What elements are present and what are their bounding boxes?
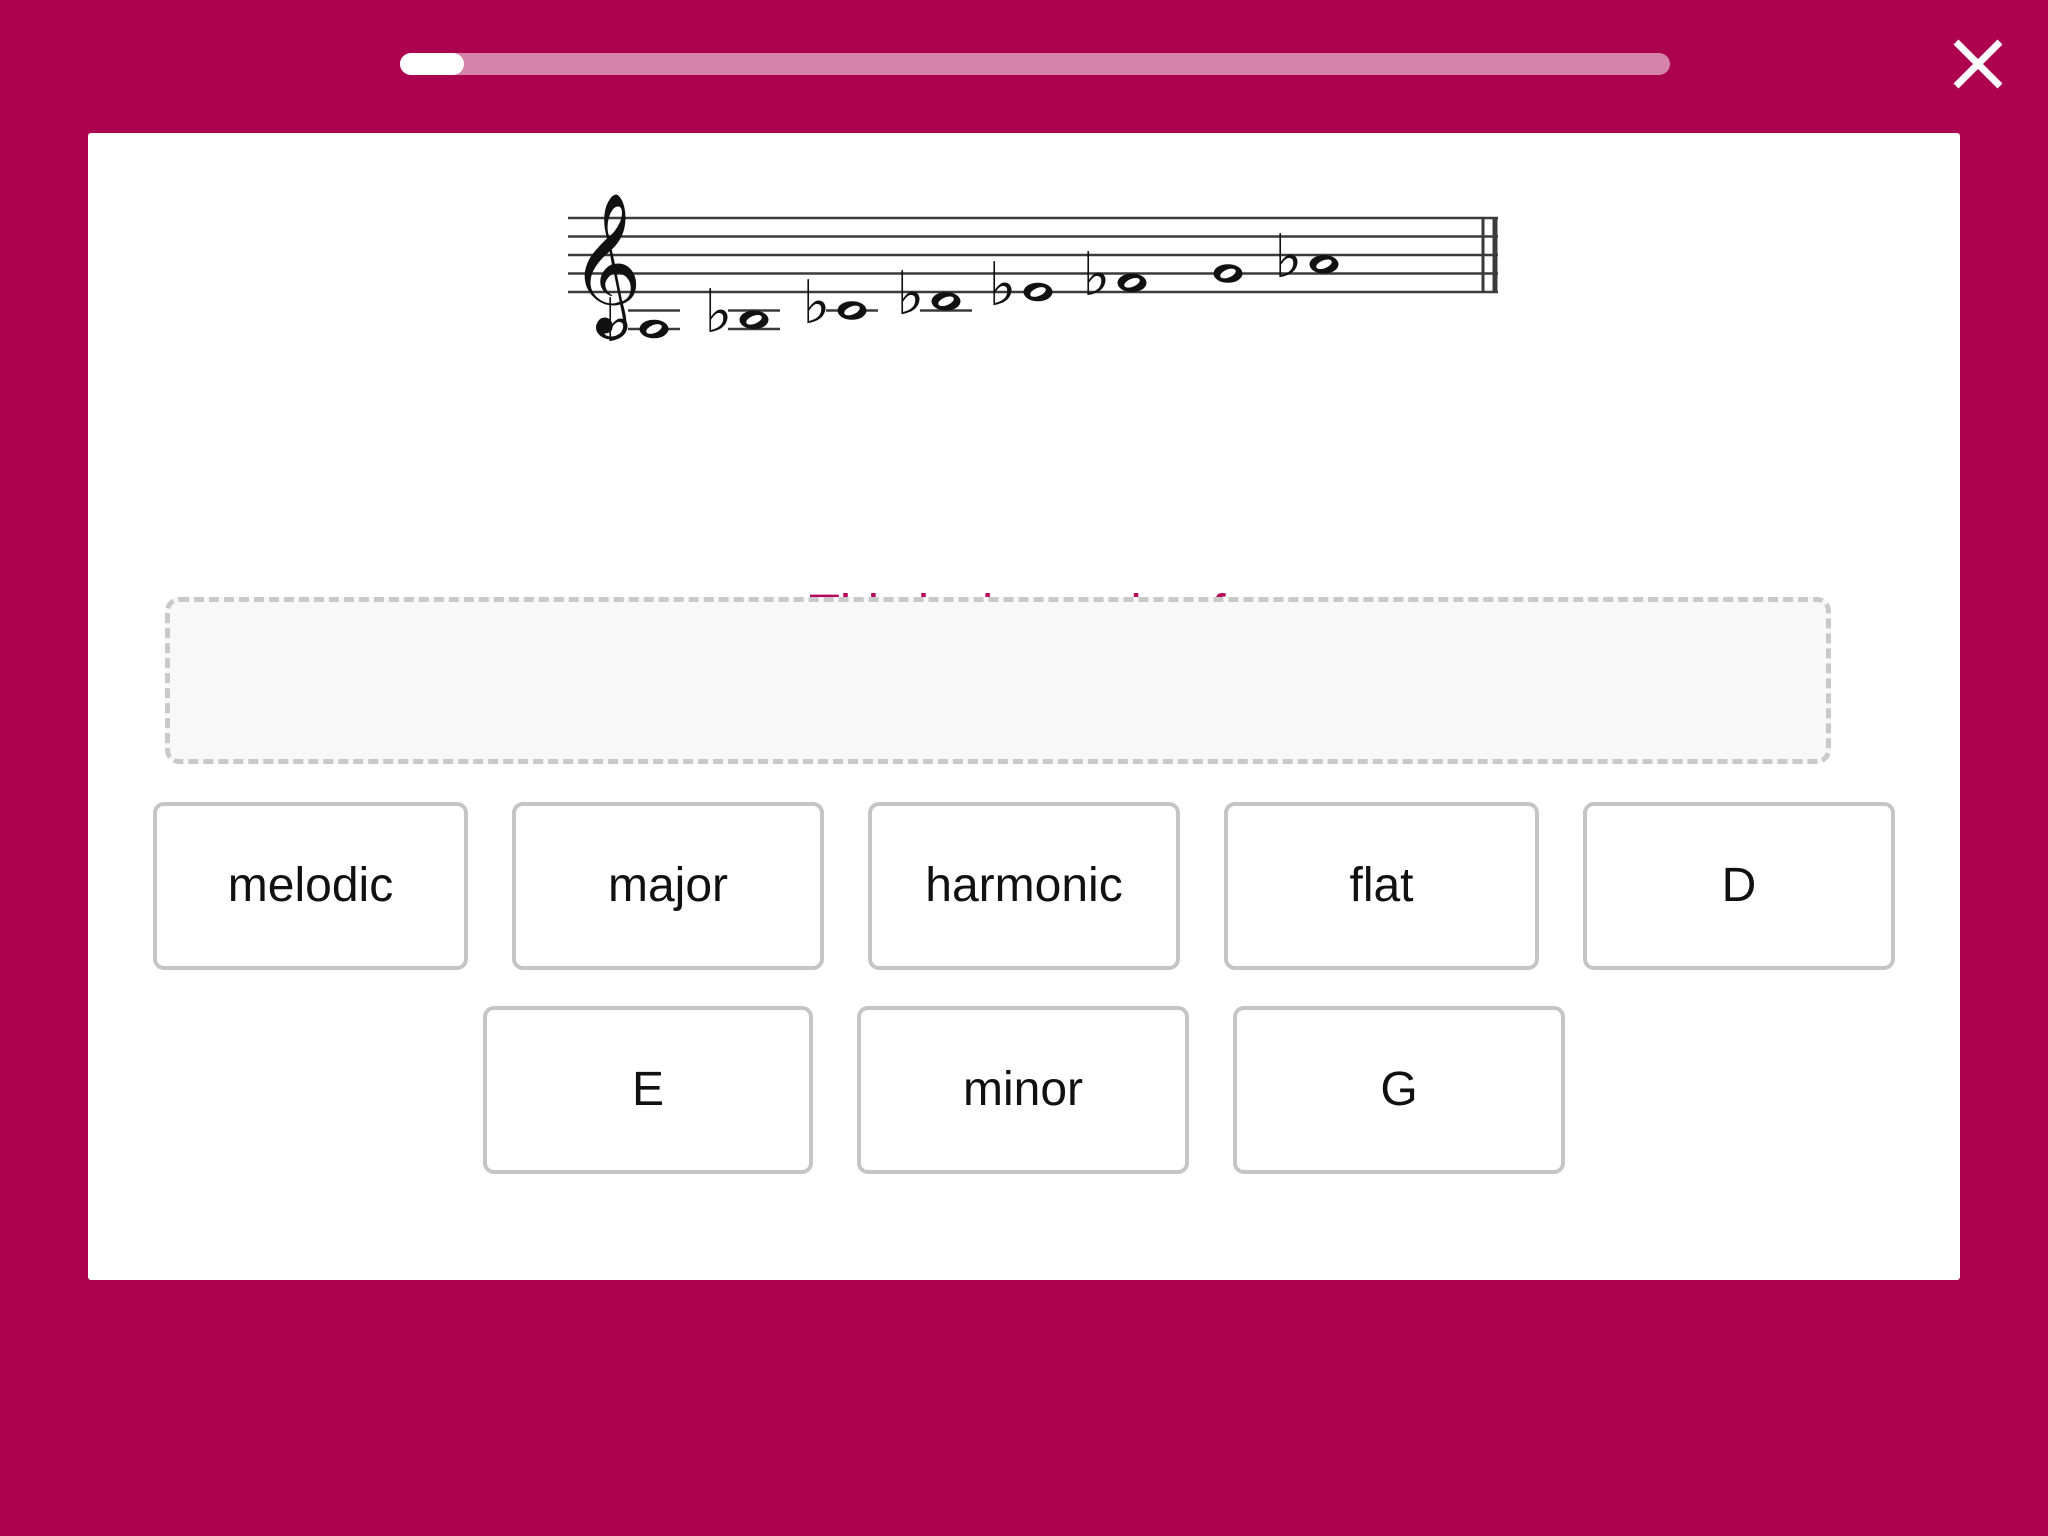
answer-options-row-1: melodic major harmonic flat D (88, 802, 1960, 970)
option-label: E (631, 1063, 664, 1116)
quiz-progress-bar (400, 53, 1670, 75)
note-8: ♭ (1274, 222, 1339, 292)
music-notation: 𝄞 ♭ ♭ ♭ ♭ ♭ ♭ ♭ (88, 133, 1960, 433)
option-label: major (607, 859, 729, 912)
note-3: ♭ (802, 268, 878, 338)
option-label: harmonic (925, 859, 1123, 912)
whole-note-icon (1023, 282, 1053, 302)
option-tile-d[interactable]: D (1583, 802, 1895, 970)
option-tile-flat[interactable]: flat (1224, 802, 1539, 970)
option-tile-minor[interactable]: minor (857, 1006, 1189, 1174)
option-tile-g[interactable]: G (1233, 1006, 1565, 1174)
option-tile-e[interactable]: E (483, 1006, 813, 1174)
option-label: D (1721, 859, 1757, 912)
quiz-card: 𝄞 ♭ ♭ ♭ ♭ ♭ ♭ ♭ melodic major harmonic f… (88, 133, 1960, 1280)
flat-accidental-icon: ♭ (896, 259, 924, 329)
option-label: melodic (227, 859, 394, 912)
note-7 (1213, 264, 1243, 283)
quiz-progress-fill (400, 53, 464, 75)
whole-note-icon (739, 310, 769, 330)
note-6: ♭ (1082, 240, 1147, 310)
close-icon (1950, 36, 2006, 92)
answer-options: melodic major harmonic flat D E minor G (88, 802, 1960, 1210)
flat-accidental-icon: ♭ (704, 277, 732, 347)
option-tile-melodic[interactable]: melodic (153, 802, 468, 970)
whole-note-icon (639, 319, 669, 339)
option-tile-major[interactable]: major (512, 802, 824, 970)
whole-note-icon (1213, 264, 1243, 283)
option-label: G (1380, 1063, 1418, 1116)
answer-options-row-2: E minor G (88, 1006, 1960, 1174)
flat-accidental-icon: ♭ (1082, 240, 1110, 310)
staff-svg: 𝄞 ♭ ♭ ♭ ♭ ♭ ♭ ♭ (568, 191, 1498, 356)
flat-accidental-icon: ♭ (988, 250, 1016, 320)
whole-note-icon (837, 301, 867, 320)
answer-dropzone[interactable] (165, 597, 1831, 764)
note-5: ♭ (988, 250, 1053, 320)
option-tile-harmonic[interactable]: harmonic (868, 802, 1180, 970)
whole-note-icon (1117, 273, 1147, 293)
flat-accidental-icon: ♭ (604, 286, 632, 356)
flat-accidental-icon: ♭ (802, 268, 830, 338)
option-label: minor (962, 1063, 1084, 1116)
whole-note-icon (1309, 255, 1339, 274)
note-4: ♭ (896, 259, 972, 329)
option-label: flat (1349, 859, 1414, 912)
close-button[interactable] (1936, 22, 2020, 106)
note-2: ♭ (704, 277, 780, 347)
flat-accidental-icon: ♭ (1274, 222, 1302, 292)
whole-note-icon (931, 292, 961, 311)
